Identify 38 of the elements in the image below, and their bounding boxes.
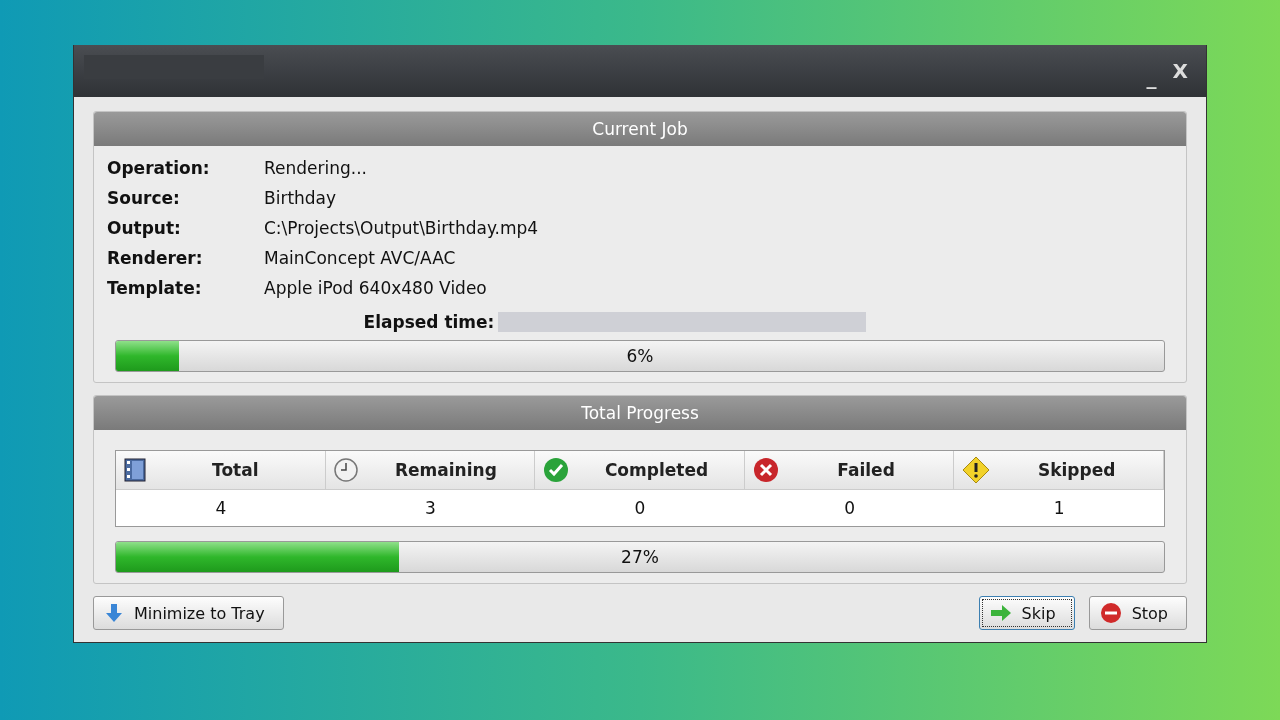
error-icon	[752, 457, 779, 483]
column-title: Completed	[603, 460, 710, 480]
right-arrow-icon	[989, 604, 1012, 622]
field-value: Rendering...	[264, 158, 369, 178]
field-value: C:\Projects\Output\Birthday.mp4	[264, 218, 540, 238]
column-title: Skipped	[1037, 460, 1117, 480]
skip-button[interactable]: Skip	[978, 596, 1075, 630]
field-value: Birthday	[264, 188, 338, 208]
progress-percent: 27%	[621, 547, 659, 567]
table-cell-text: 3	[423, 497, 437, 520]
minimize-to-tray-button[interactable]: Minimize to Tray	[93, 596, 284, 630]
close-button[interactable]: X	[1166, 59, 1194, 83]
column-title: Total	[211, 460, 260, 480]
panel-header: Current Job	[94, 112, 1186, 146]
field-label: Output:	[107, 218, 182, 238]
panel-header: Total Progress	[94, 396, 1186, 430]
warning-icon	[962, 456, 991, 484]
field-label: Template:	[107, 278, 203, 298]
film-icon	[124, 458, 146, 482]
table-cell-text: 1	[1052, 497, 1066, 520]
field-label: Renderer:	[107, 248, 204, 268]
progress-percent: 6%	[626, 346, 654, 366]
column-title: Failed	[836, 460, 896, 480]
column-title: Remaining	[393, 460, 498, 480]
table-cell-text: 0	[633, 497, 647, 520]
table-cell-text: 0	[843, 497, 856, 520]
field-value: MainConcept AVC/AAC	[264, 248, 457, 268]
down-arrow-icon	[104, 603, 124, 623]
stop-icon	[1099, 602, 1122, 624]
clock-icon	[333, 458, 358, 482]
stop-button[interactable]: Stop	[1088, 596, 1187, 630]
check-icon	[543, 457, 570, 483]
table-cell-text: 4	[214, 497, 228, 520]
elapsed-time-label: Elapsed time:	[363, 312, 495, 332]
field-label: Operation:	[107, 158, 211, 178]
minimize-button[interactable]: _	[1140, 65, 1163, 89]
field-label: Source:	[107, 188, 181, 208]
field-value: Apple iPod 640x480 Video	[264, 278, 488, 298]
